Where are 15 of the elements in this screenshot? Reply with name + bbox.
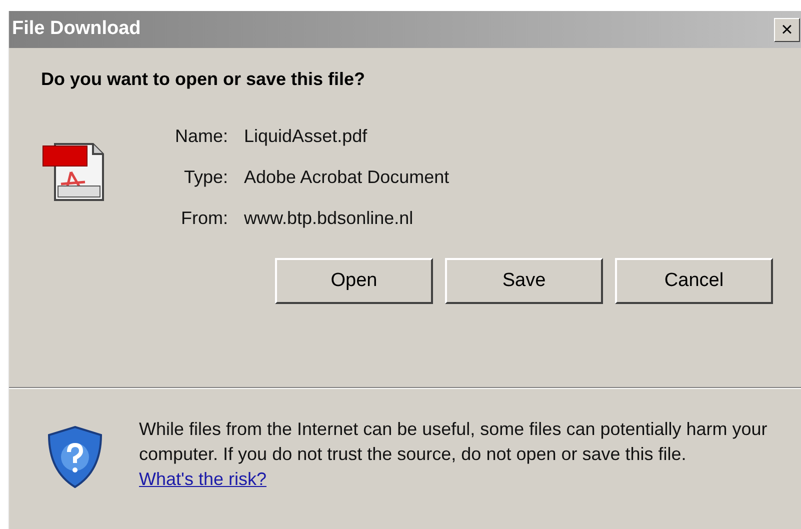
security-shield-icon [47,425,103,489]
field-label: Name: [175,125,228,148]
field-value: www.btp.bdsonline.nl [244,207,414,230]
close-button[interactable]: × [774,18,800,42]
field-label: Type: [182,166,228,189]
window-title: File Download [12,17,141,42]
field-value: LiquidAsset.pdf [244,125,368,148]
dialog-button[interactable]: Open [275,258,433,304]
risk-link[interactable]: What's the risk? [139,469,266,489]
field-value: Adobe Acrobat Document [244,166,450,189]
dialog-button[interactable]: Save [445,258,603,304]
field-label: From: [180,207,228,230]
dialog-heading: Do you want to open or save this file? [41,68,366,91]
warning-text: While files from the Internet can be useful, some files can potentially harm your computer. If you do not trust the source, do not open or save this file. What's the risk? [139,418,768,491]
dialog-button[interactable]: Cancel [615,258,773,304]
